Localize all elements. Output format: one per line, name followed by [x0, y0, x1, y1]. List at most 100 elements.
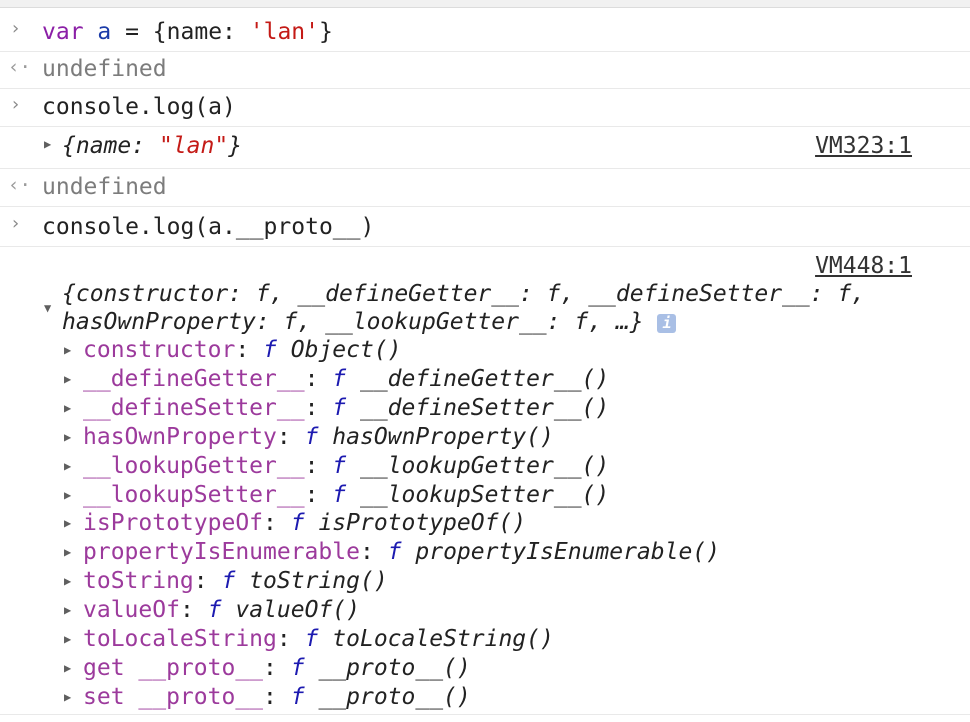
function-value: __proto__() — [318, 654, 471, 681]
function-keyword: f — [290, 654, 305, 681]
expand-triangle-icon[interactable]: ▶ — [64, 574, 71, 588]
property-row[interactable]: constructor: f Object() — [83, 337, 402, 363]
result-arrow-icon: ‹· — [8, 174, 31, 196]
property-row[interactable]: set __proto__: f __proto__() — [83, 684, 471, 710]
expand-triangle-icon[interactable]: ▶ — [64, 632, 71, 646]
object-summary-line-1[interactable]: {constructor: f, __defineGetter__: f, __… — [62, 281, 865, 307]
property-colon: : — [304, 481, 333, 508]
variable-name: a — [97, 19, 112, 45]
property-row[interactable]: __defineGetter__: f __defineGetter__() — [83, 366, 609, 392]
expand-triangle-icon[interactable]: ▶ — [64, 690, 71, 704]
property-colon: : — [276, 423, 305, 450]
expand-triangle-icon[interactable]: ▶ — [64, 488, 71, 502]
property-name: constructor — [83, 337, 236, 363]
result-value: undefined — [42, 56, 167, 82]
function-value: __lookupGetter__() — [359, 452, 610, 479]
expand-triangle-icon[interactable]: ▶ — [64, 661, 71, 675]
result-value: undefined — [42, 174, 167, 200]
property-row[interactable]: propertyIsEnumerable: f propertyIsEnumer… — [83, 539, 720, 565]
expand-triangle-icon[interactable]: ▶ — [64, 430, 71, 444]
console-result-row: ‹· undefined — [0, 52, 970, 89]
property-colon: : — [263, 510, 291, 537]
property-name: hasOwnProperty — [83, 423, 277, 450]
console-input-row[interactable]: › console.log(a.__proto__) — [0, 207, 970, 247]
expand-triangle-icon[interactable]: ▶ — [44, 137, 51, 151]
var-keyword: var — [42, 19, 84, 45]
function-value: propertyIsEnumerable() — [415, 539, 721, 566]
property-colon: : — [304, 394, 333, 421]
property-colon: : — [263, 683, 291, 710]
input-code: console.log(a) — [42, 94, 236, 120]
property-row[interactable]: isPrototypeOf: f isPrototypeOf() — [83, 510, 526, 536]
property-colon: : — [193, 568, 222, 595]
property-row[interactable]: hasOwnProperty: f hasOwnProperty() — [83, 424, 554, 450]
expand-triangle-icon[interactable]: ▶ — [64, 516, 71, 530]
console-top-border — [0, 0, 970, 8]
function-value: hasOwnProperty() — [332, 423, 554, 450]
function-keyword: f — [221, 568, 236, 595]
console-log-row-expanded: VM448:1 ▼ {constructor: f, __defineGette… — [0, 247, 970, 715]
function-keyword: f — [332, 394, 347, 421]
function-keyword: f — [304, 423, 319, 450]
result-arrow-icon: ‹· — [8, 56, 31, 78]
console-result-row: ‹· undefined — [0, 169, 970, 207]
expand-triangle-icon[interactable]: ▶ — [64, 343, 71, 357]
property-name: toLocaleString — [83, 626, 277, 652]
function-keyword: f — [332, 452, 347, 479]
property-row[interactable]: valueOf: f valueOf() — [83, 597, 360, 623]
function-value: Object() — [290, 337, 402, 363]
object-summary-line-2[interactable]: hasOwnProperty: f, __lookupGetter__: f, … — [62, 309, 677, 335]
console-input-row[interactable]: › var a = {name: 'lan'} — [0, 12, 970, 52]
expand-triangle-icon[interactable]: ▶ — [64, 459, 71, 473]
string-literal: 'lan' — [249, 19, 319, 45]
input-code: console.log(a.__proto__) — [42, 214, 375, 240]
property-colon: : — [276, 626, 305, 652]
property-row[interactable]: __lookupGetter__: f __lookupGetter__() — [83, 453, 609, 479]
object-close: } — [228, 133, 243, 159]
function-keyword: f — [290, 683, 305, 710]
function-value: __proto__() — [318, 683, 471, 710]
property-colon: : — [304, 452, 333, 479]
property-row[interactable]: toString: f toString() — [83, 568, 388, 594]
property-colon: : — [235, 337, 264, 363]
function-keyword: f — [263, 337, 277, 363]
property-name: __lookupSetter__ — [83, 481, 305, 508]
source-link[interactable]: VM323:1 — [815, 133, 912, 159]
function-value: __defineGetter__() — [359, 365, 610, 392]
expand-triangle-icon[interactable]: ▶ — [64, 603, 71, 617]
prompt-chevron-icon: › — [10, 18, 21, 39]
property-colon: : — [263, 654, 291, 681]
code-text: } — [319, 19, 333, 45]
property-row[interactable]: toLocaleString: f toLocaleString() — [83, 626, 554, 652]
function-value: __defineSetter__() — [359, 394, 610, 421]
string-value: "lan" — [158, 133, 229, 159]
property-row[interactable]: get __proto__: f __proto__() — [83, 655, 471, 681]
expand-triangle-icon[interactable]: ▶ — [64, 372, 71, 386]
function-value: isPrototypeOf() — [318, 510, 527, 537]
logged-object[interactable]: {name: "lan"} — [62, 133, 242, 159]
property-colon: : — [179, 597, 208, 624]
collapse-triangle-icon[interactable]: ▼ — [44, 301, 51, 315]
expand-triangle-icon[interactable]: ▶ — [64, 401, 71, 415]
expand-triangle-icon[interactable]: ▶ — [64, 545, 71, 559]
property-row[interactable]: __defineSetter__: f __defineSetter__() — [83, 395, 609, 421]
code-text: = {name: — [111, 19, 250, 45]
console-log-row[interactable]: ▶ {name: "lan"} VM323:1 — [0, 127, 970, 169]
property-name: __defineSetter__ — [83, 394, 305, 421]
function-value: __lookupSetter__() — [359, 481, 610, 508]
property-name: get __proto__ — [83, 654, 264, 681]
info-icon[interactable]: i — [657, 314, 677, 333]
function-keyword: f — [332, 365, 347, 392]
source-link[interactable]: VM448:1 — [815, 253, 912, 279]
summary-text: hasOwnProperty: f, __lookupGetter__: f, … — [62, 309, 644, 335]
object-open: {name: — [62, 133, 159, 159]
input-code: var a = {name: 'lan'} — [42, 19, 333, 45]
property-name: __defineGetter__ — [83, 365, 305, 392]
property-name: isPrototypeOf — [83, 510, 264, 537]
property-colon: : — [359, 539, 388, 566]
function-keyword: f — [387, 539, 402, 566]
property-row[interactable]: __lookupSetter__: f __lookupSetter__() — [83, 482, 609, 508]
property-name: propertyIsEnumerable — [83, 539, 360, 566]
function-value: toString() — [249, 568, 388, 595]
console-input-row[interactable]: › console.log(a) — [0, 89, 970, 127]
